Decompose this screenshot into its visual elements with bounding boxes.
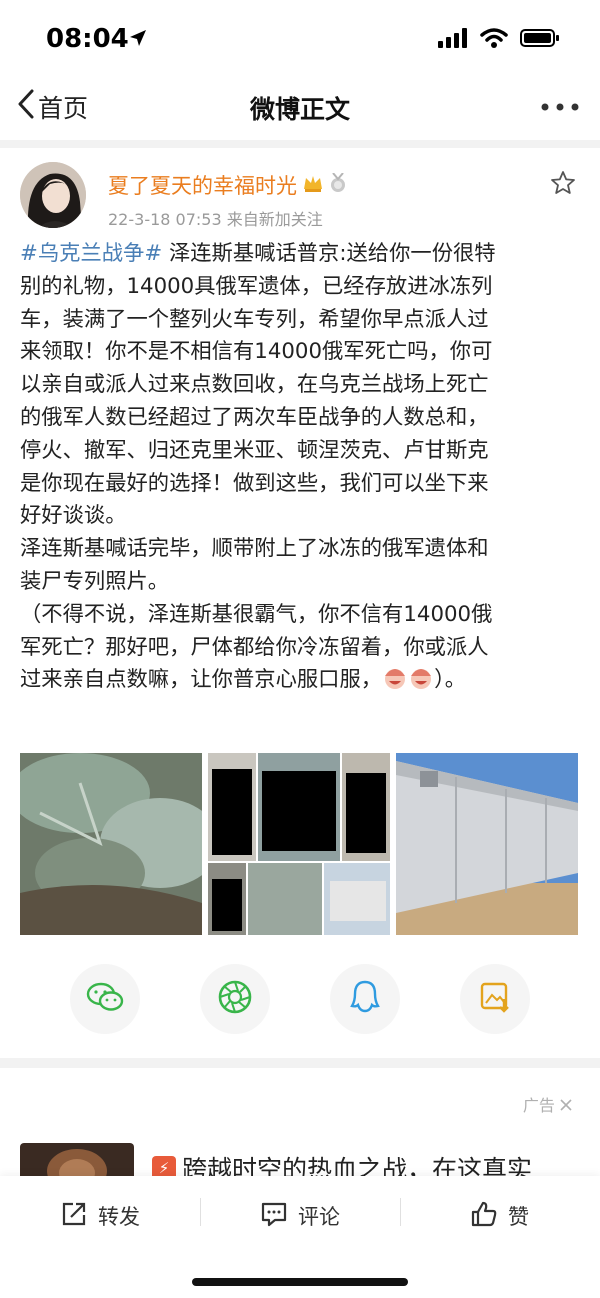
cellular-signal-icon bbox=[438, 28, 468, 52]
text-line: 停火、撤军、归还克里米亚、顿涅茨克、卢甘斯克 bbox=[20, 437, 489, 463]
chevron-left-icon bbox=[16, 88, 36, 126]
text-line: 车，装满了一个整列火车专列，希望你早点派人过 bbox=[20, 306, 489, 332]
text-line: 好好谈谈。 bbox=[20, 503, 127, 529]
save-image-button[interactable] bbox=[460, 964, 530, 1034]
qq-icon bbox=[349, 979, 381, 1019]
laugh-emoji-icon bbox=[382, 666, 408, 690]
post-image-collage[interactable] bbox=[208, 753, 390, 935]
thumbs-up-icon bbox=[470, 1200, 498, 1233]
text-line: 是你现在最好的选择！做到这些，我们可以坐下来 bbox=[20, 470, 489, 496]
text-segment: 过来亲自点数嘛，让你普京心服口服， bbox=[20, 667, 383, 693]
battery-icon bbox=[520, 28, 560, 52]
text-line: 的俄军人数已经超过了两次车臣战争的人数总和， bbox=[20, 404, 489, 430]
save-image-icon bbox=[479, 981, 511, 1017]
text-line: 装尸专列照片。 bbox=[20, 568, 170, 594]
ad-label-row[interactable]: 广告 bbox=[523, 1092, 572, 1116]
back-button[interactable]: 首页 bbox=[16, 88, 88, 126]
home-indicator bbox=[192, 1278, 408, 1286]
moments-icon bbox=[217, 979, 253, 1019]
topic-link[interactable]: #乌克兰战争# bbox=[20, 241, 162, 266]
page-title: 微博正文 bbox=[249, 95, 350, 124]
like-label: 赞 bbox=[508, 1205, 529, 1229]
more-icon[interactable] bbox=[540, 92, 580, 122]
toolbar-divider bbox=[400, 1198, 401, 1226]
share-qq-button[interactable] bbox=[330, 964, 400, 1034]
author-row: 夏了夏天的幸福时光 bbox=[108, 170, 347, 200]
text-line: 泽连斯基喊话完毕，顺带附上了冰冻的俄军遗体和 bbox=[20, 536, 489, 562]
post-meta: 22-3-18 07:53 来自新加关注 bbox=[108, 210, 323, 229]
medal-badge-icon bbox=[329, 171, 347, 198]
author-name[interactable]: 夏了夏天的幸福时光 bbox=[108, 170, 297, 200]
laugh-emoji-icon bbox=[408, 666, 434, 690]
text-segment: 泽连斯基喊话普京:送给你一份很特 bbox=[162, 241, 496, 266]
wechat-icon bbox=[86, 981, 124, 1017]
crown-badge-icon bbox=[303, 173, 323, 197]
close-icon[interactable] bbox=[560, 1096, 572, 1115]
favorite-star-icon[interactable] bbox=[550, 170, 576, 200]
post-body: #乌克兰战争# 泽连斯基喊话普京:送给你一份很特 别的礼物，14000具俄军遗体… bbox=[20, 238, 582, 697]
post-image[interactable] bbox=[20, 753, 202, 935]
text-segment: ）。 bbox=[434, 667, 467, 693]
location-arrow-icon bbox=[128, 28, 148, 52]
comment-button[interactable]: 评论 bbox=[260, 1198, 340, 1234]
text-line: 过来亲自点数嘛，让你普京心服口服， ）。 bbox=[20, 664, 582, 697]
like-button[interactable]: 赞 bbox=[470, 1198, 529, 1234]
comment-icon bbox=[260, 1200, 288, 1233]
text-line: 以亲自或派人过来点数回收，在乌克兰战场上死亡 bbox=[20, 372, 489, 398]
toolbar-divider bbox=[200, 1198, 201, 1226]
status-indicators bbox=[438, 28, 560, 52]
text-line: 军死亡？那好吧，尸体都给你冷冻留着，你或派人 bbox=[20, 634, 489, 660]
repost-button[interactable]: 转发 bbox=[60, 1198, 140, 1234]
text-line: 来领取！你不是不相信有14000俄军死亡吗，你可 bbox=[20, 339, 493, 365]
divider bbox=[0, 140, 600, 148]
bottom-toolbar: 转发 评论 赞 bbox=[0, 1176, 600, 1298]
share-moments-button[interactable] bbox=[200, 964, 270, 1034]
repost-label: 转发 bbox=[98, 1205, 140, 1229]
comment-label: 评论 bbox=[298, 1205, 340, 1229]
text-line: （不得不说，泽连斯基很霸气，你不信有14000俄 bbox=[20, 601, 493, 627]
nav-bar: 首页 微博正文 bbox=[0, 80, 600, 136]
avatar[interactable] bbox=[20, 162, 86, 228]
ad-label: 广告 bbox=[522, 1096, 555, 1115]
post-image[interactable] bbox=[396, 753, 578, 935]
status-time: 08:04 bbox=[46, 24, 129, 54]
repost-icon bbox=[60, 1200, 88, 1233]
wifi-icon bbox=[480, 28, 508, 52]
divider bbox=[0, 1058, 600, 1068]
back-label: 首页 bbox=[38, 94, 89, 123]
share-wechat-button[interactable] bbox=[70, 964, 140, 1034]
text-line: #乌克兰战争# 泽连斯基喊话普京:送给你一份很特 bbox=[20, 238, 582, 271]
text-line: 别的礼物，14000具俄军遗体，已经存放进冰冻列 bbox=[20, 273, 493, 299]
status-bar: 08:04 bbox=[0, 0, 600, 80]
